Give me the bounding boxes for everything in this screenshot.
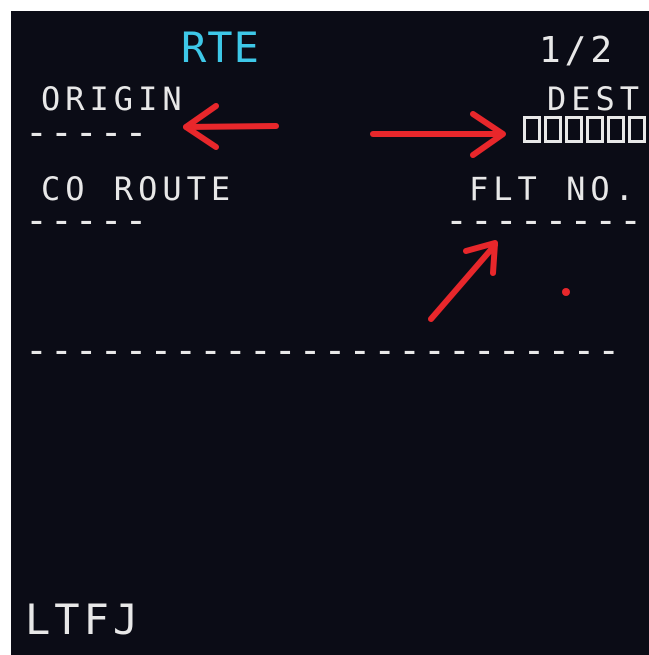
arrow-to-dest-annotation xyxy=(370,111,506,158)
red-dot-annotation xyxy=(562,288,570,296)
arrow-to-origin-annotation xyxy=(183,103,279,150)
cdu-screen: RTE 1/2 ORIGIN DEST ----- CO ROUTE FLT N… xyxy=(11,11,649,655)
annotation-overlay xyxy=(183,103,570,322)
arrow-to-flt-no-annotation xyxy=(428,240,498,322)
